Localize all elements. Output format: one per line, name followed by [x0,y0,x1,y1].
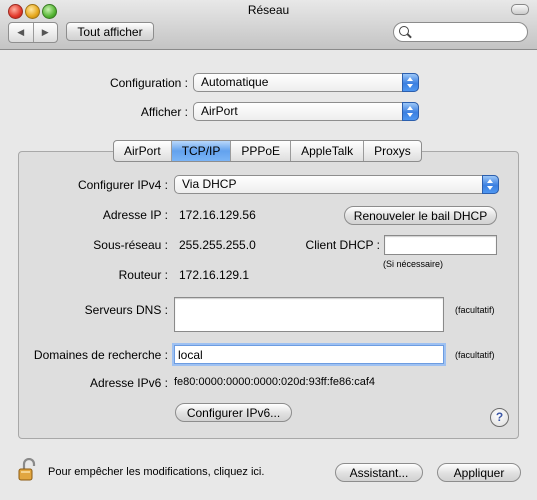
dns-servers-field[interactable] [174,297,444,332]
search-icon [399,26,409,36]
show-all-button[interactable]: Tout afficher [66,22,154,41]
popup-arrows-icon [402,73,419,92]
ipv6-address-value: fe80:0000:0000:0000:020d:93ff:fe86:caf4 [174,376,376,388]
router-label: Routeur : [118,268,168,282]
if-needed-hint: (Si nécessaire) [383,259,444,269]
tab-proxys[interactable]: Proxys [363,141,421,161]
subnet-label: Sous-réseau : [93,238,168,252]
configure-ipv4-popup[interactable]: Via DHCP [174,175,499,194]
forward-button[interactable]: ▶ [32,23,58,42]
dns-servers-label: Serveurs DNS : [84,303,168,317]
configuration-popup[interactable]: Automatique [193,73,419,92]
show-value: AirPort [201,104,238,118]
tab-pppoe[interactable]: PPPoE [230,141,290,161]
show-label: Afficher : [140,105,188,119]
ipv6-address-label: Adresse IPv6 : [89,376,168,390]
title-bar: Réseau ◀ ▶ Tout afficher [0,0,537,50]
search-field[interactable] [393,22,528,42]
window-title: Réseau [247,3,290,17]
configuration-label: Configuration : [109,76,188,90]
subnet-value: 255.255.255.0 [179,238,256,252]
popup-arrows-icon [402,102,419,121]
tab-appletalk[interactable]: AppleTalk [290,141,363,161]
router-value: 172.16.129.1 [179,268,250,282]
configure-ipv4-label: Configurer IPv4 : [77,178,168,192]
ip-address-value: 172.16.129.56 [179,208,256,222]
assistant-button[interactable]: Assistant... [335,463,423,482]
help-button[interactable]: ? [490,408,509,427]
ip-address-label: Adresse IP : [102,208,168,222]
dhcp-client-label: Client DHCP : [305,238,380,252]
unlocked-padlock-icon[interactable] [16,458,40,482]
tab-airport[interactable]: AirPort [114,141,171,161]
optional-hint-dns: (facultatif) [455,305,495,315]
tab-panel [18,151,519,439]
configure-ipv4-value: Via DHCP [182,177,237,191]
back-forward-control: ◀ ▶ [8,22,58,43]
lock-hint-text: Pour empêcher les modifications, cliquez… [48,466,265,478]
back-button[interactable]: ◀ [9,23,33,42]
optional-hint-domains: (facultatif) [455,350,495,360]
search-domains-field[interactable]: local [174,345,444,364]
configuration-value: Automatique [201,75,269,89]
popup-arrows-icon [482,175,499,194]
dhcp-client-field[interactable] [384,235,497,255]
tab-tcpip[interactable]: TCP/IP [170,141,231,161]
configure-ipv6-button[interactable]: Configurer IPv6... [175,403,292,422]
renew-dhcp-lease-button[interactable]: Renouveler le bail DHCP [344,206,497,225]
tab-bar: AirPort TCP/IP PPPoE AppleTalk Proxys [113,140,422,162]
search-domains-label: Domaines de recherche : [33,348,168,362]
show-popup[interactable]: AirPort [193,102,419,121]
network-preferences-window: Réseau ◀ ▶ Tout afficher Configuration :… [0,0,537,500]
apply-button[interactable]: Appliquer [437,463,521,482]
toolbar-toggle-button[interactable] [511,4,529,15]
